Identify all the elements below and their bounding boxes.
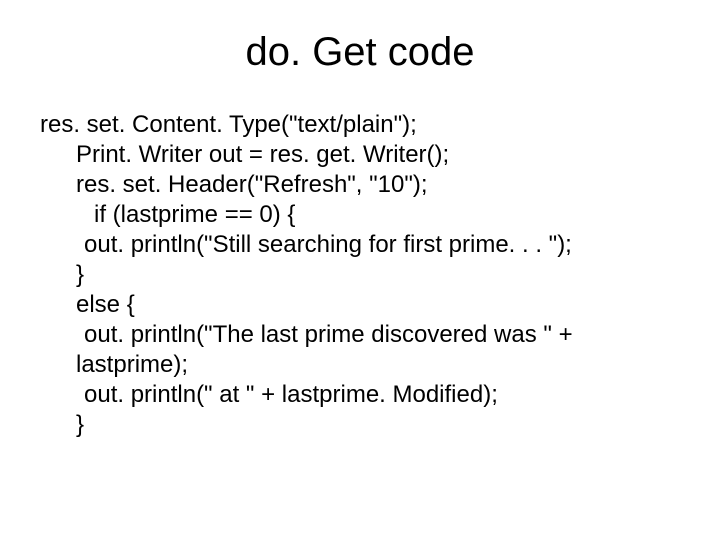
slide-title: do. Get code: [40, 30, 680, 75]
code-line: if (lastprime == 0) {: [40, 200, 680, 230]
code-line: else {: [40, 290, 680, 320]
code-line: Print. Writer out = res. get. Writer();: [40, 140, 680, 170]
code-line: out. println("The last prime discovered …: [40, 320, 680, 350]
code-line: out. println("Still searching for first …: [40, 230, 680, 260]
code-line: }: [40, 260, 680, 290]
code-line: }: [40, 410, 680, 440]
code-line: res. set. Content. Type("text/plain");: [40, 110, 680, 140]
code-line: lastprime);: [40, 350, 680, 380]
code-block: res. set. Content. Type("text/plain"); P…: [40, 110, 680, 440]
slide-container: do. Get code res. set. Content. Type("te…: [0, 0, 720, 540]
code-line: res. set. Header("Refresh", "10");: [40, 170, 680, 200]
code-line: out. println(" at " + lastprime. Modifie…: [40, 380, 680, 410]
